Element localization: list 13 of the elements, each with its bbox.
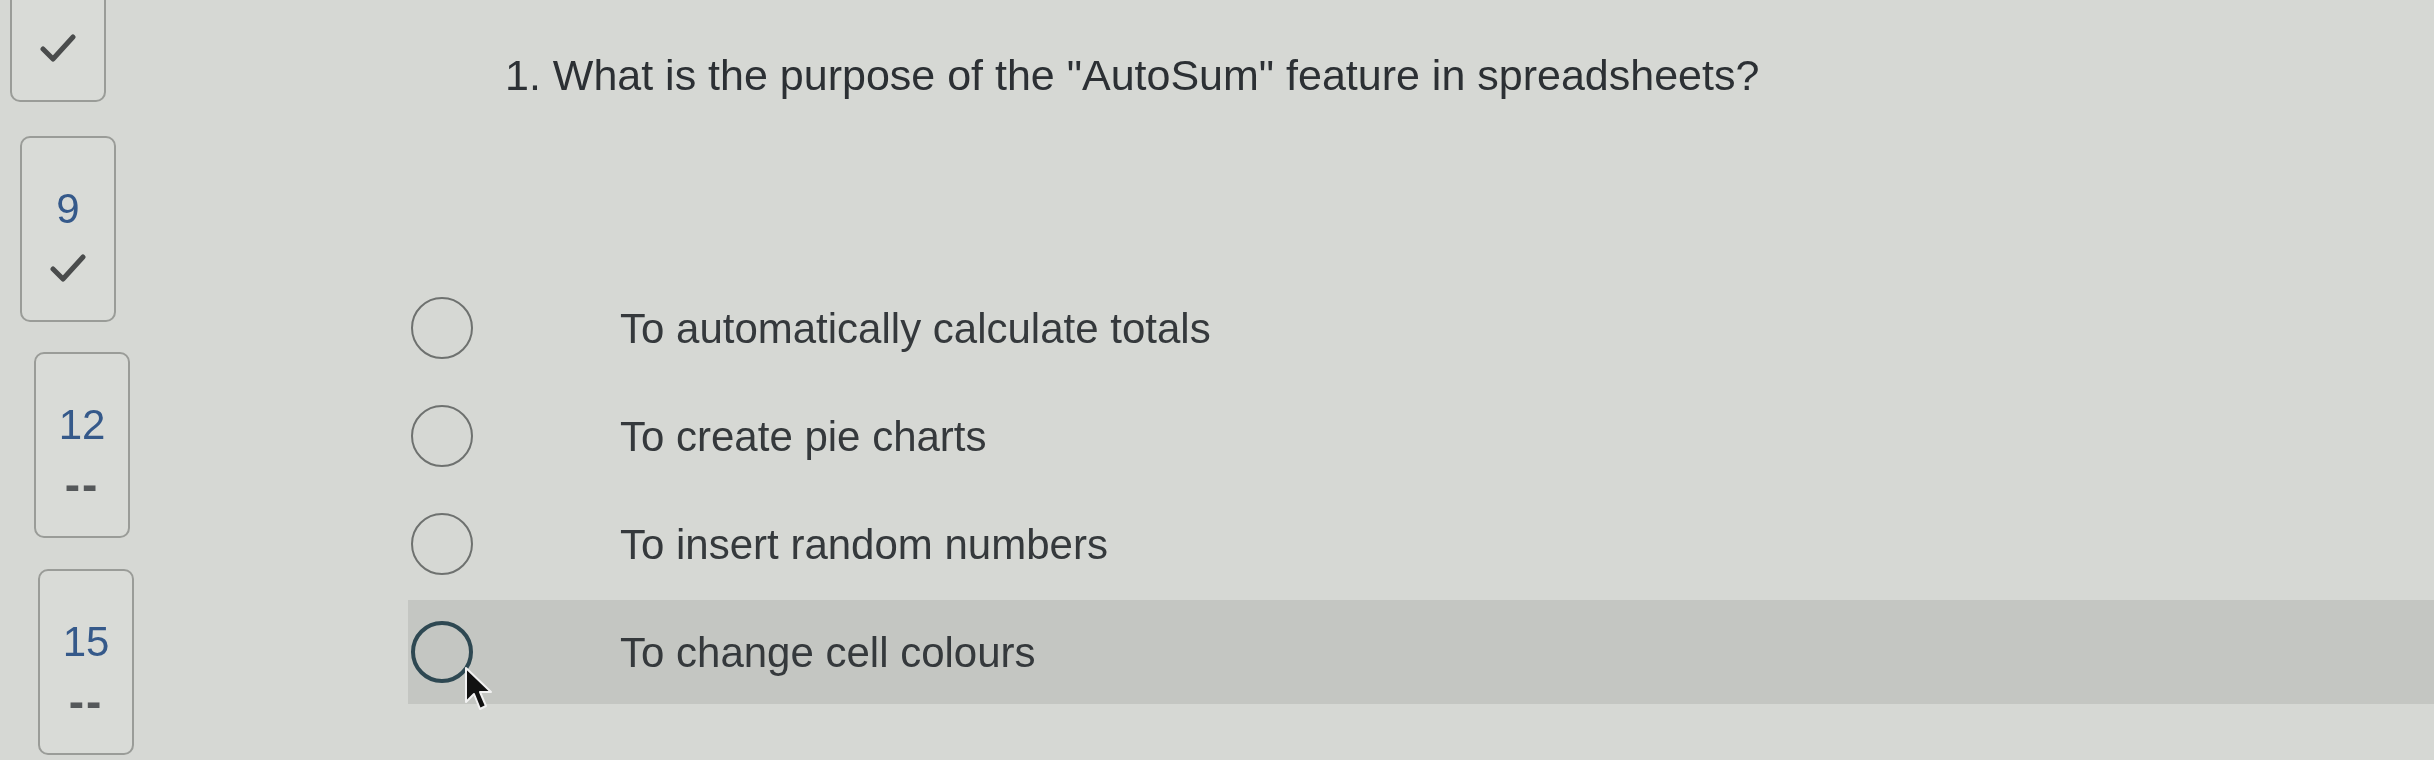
check-icon bbox=[50, 254, 86, 282]
check-icon bbox=[40, 34, 76, 62]
answer-option[interactable]: To create pie charts bbox=[408, 384, 2434, 488]
answer-option[interactable]: To insert random numbers bbox=[408, 492, 2434, 596]
question-nav-card[interactable]: 12 -- bbox=[34, 352, 130, 538]
mouse-pointer-icon bbox=[464, 666, 494, 712]
question-nav-card[interactable]: 9 bbox=[20, 136, 116, 322]
answer-option[interactable]: To automatically calculate totals bbox=[408, 276, 2434, 380]
question-nav-card[interactable]: 15 -- bbox=[38, 569, 134, 755]
question-text: 1. What is the purpose of the "AutoSum" feature in spreadsheets? bbox=[505, 50, 1760, 101]
radio-button[interactable] bbox=[411, 513, 473, 575]
radio-button[interactable] bbox=[411, 405, 473, 467]
radio-button[interactable] bbox=[411, 297, 473, 359]
